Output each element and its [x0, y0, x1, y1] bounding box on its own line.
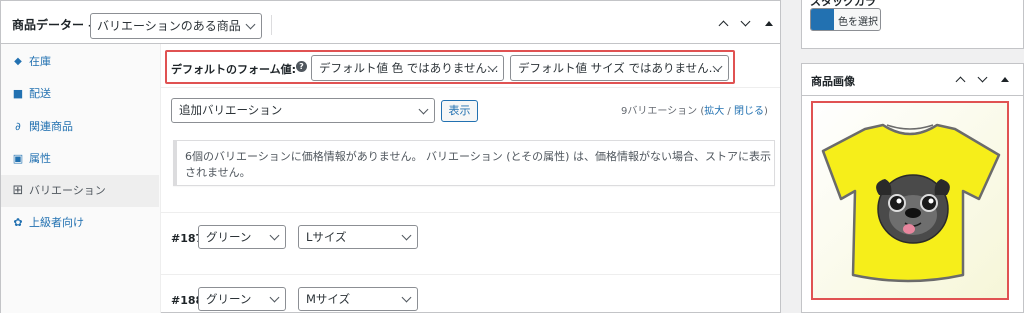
tab-variations[interactable]: ⊞ バリエーション [1, 175, 159, 207]
variation-color-value: グリーン [206, 292, 252, 306]
product-image-title: 商品画像 [811, 75, 855, 88]
close-paren: ) [763, 106, 768, 117]
variations-content: デフォルトのフォーム値: ? デフォルト値 色 ではありません… デフォルト値 … [161, 44, 780, 313]
product-type-select[interactable]: バリエーションのある商品 [90, 13, 262, 39]
link-icon: ∂ [15, 120, 21, 133]
default-size-value: デフォルト値 サイズ ではありません… [518, 61, 721, 75]
color-picker-label: 色を選択 [838, 17, 878, 28]
variation-count-text: 9バリエーション ( [621, 106, 705, 117]
tab-advanced[interactable]: ✿ 上級者向け [1, 207, 159, 239]
toggle-panel-button[interactable] [762, 17, 776, 31]
product-image-frame[interactable] [811, 101, 1009, 300]
chevron-down-icon [245, 19, 256, 30]
shipping-icon: ■ [12, 87, 24, 100]
default-color-select[interactable]: デフォルト値 色 ではありません… [311, 55, 504, 81]
inventory-icon: ◆ [14, 56, 22, 67]
header-divider [271, 15, 272, 35]
variation-row[interactable]: #188 グリーン Mサイズ [161, 274, 780, 313]
variation-size-select[interactable]: Mサイズ [298, 287, 418, 311]
tab-label: 属性 [29, 152, 51, 165]
chevron-down-icon [977, 72, 988, 83]
chevron-down-icon [269, 292, 280, 303]
variation-color-value: グリーン [206, 230, 252, 244]
chevron-down-icon [401, 230, 412, 241]
side-top-box: スタックカラ 色を選択 [801, 0, 1024, 49]
variation-color-select[interactable]: グリーン [198, 225, 286, 249]
chevron-down-icon [740, 16, 751, 27]
tab-inventory[interactable]: ◆ 在庫 [1, 46, 159, 78]
close-link[interactable]: 閉じる [734, 106, 764, 117]
product-data-title: 商品データー — [12, 18, 101, 32]
tab-shipping[interactable]: ■ 配送 [1, 78, 159, 110]
add-variation-value: 追加バリエーション [179, 103, 283, 117]
color-swatch [811, 9, 834, 30]
help-icon[interactable]: ? [296, 61, 307, 72]
chevron-down-icon [418, 104, 429, 115]
show-button[interactable]: 表示 [441, 100, 478, 122]
tab-linked-products[interactable]: ∂ 関連商品 [1, 111, 159, 143]
tab-label: 在庫 [29, 55, 51, 68]
variation-count: 9バリエーション (拡大 / 閉じる) [621, 102, 768, 117]
default-size-select[interactable]: デフォルト値 サイズ ではありません… [510, 55, 729, 81]
notice-text: 6個のバリエーションに価格情報がありません。 バリエーション (とその属性) は… [185, 150, 771, 179]
show-button-label: 表示 [448, 104, 471, 117]
triangle-up-icon [1001, 77, 1009, 82]
expand-link[interactable]: 拡大 [704, 106, 724, 117]
variation-size-value: Lサイズ [306, 230, 347, 244]
triangle-up-icon [765, 21, 773, 26]
move-down-button[interactable] [739, 16, 753, 31]
move-up-button[interactable] [717, 17, 731, 31]
tab-attributes[interactable]: ▣ 属性 [1, 143, 159, 175]
variations-grid-icon: ⊞ [12, 183, 24, 198]
product-data-tabs: ◆ 在庫 ■ 配送 ∂ 関連商品 ▣ 属性 ⊞ バリエーション ✿ 上級者向け [1, 44, 161, 313]
color-picker-button[interactable]: 色を選択 [810, 8, 881, 31]
product-data-header: 商品データー — バリエーションのある商品 [1, 1, 780, 44]
chevron-down-icon [269, 230, 280, 241]
default-form-label: デフォルトのフォーム値: [171, 63, 297, 76]
tab-label: バリエーション [29, 184, 106, 197]
link-separator: / [724, 106, 734, 117]
product-image-box: 商品画像 [801, 63, 1024, 313]
chevron-up-icon [718, 20, 729, 31]
chevron-up-icon [955, 76, 966, 87]
variation-color-select[interactable]: グリーン [198, 287, 286, 311]
move-down-button[interactable] [976, 72, 990, 87]
variation-row[interactable]: #187 グリーン Lサイズ [161, 212, 780, 252]
chevron-down-icon [401, 292, 412, 303]
toggle-panel-button[interactable] [998, 73, 1012, 87]
product-type-value: バリエーションのある商品 [97, 19, 241, 33]
tab-label: 配送 [29, 87, 51, 100]
yellow-tshirt-pug-image [813, 103, 1007, 298]
tab-label: 上級者向け [29, 216, 84, 229]
gear-icon: ✿ [13, 216, 23, 229]
variation-size-select[interactable]: Lサイズ [298, 225, 418, 249]
product-image-header: 商品画像 [802, 64, 1023, 96]
add-variation-select[interactable]: 追加バリエーション [171, 98, 435, 123]
attributes-icon: ▣ [12, 152, 24, 165]
product-data-panel: 商品データー — バリエーションのある商品 ◆ 在庫 ■ 配送 ∂ 関連商品 ▣… [0, 0, 781, 313]
move-up-button[interactable] [954, 73, 968, 87]
tab-label: 関連商品 [29, 120, 73, 133]
variation-size-value: Mサイズ [306, 292, 351, 306]
notice-box: 6個のバリエーションに価格情報がありません。 バリエーション (とその属性) は… [173, 140, 775, 186]
default-color-value: デフォルト値 色 ではありません… [319, 61, 499, 75]
